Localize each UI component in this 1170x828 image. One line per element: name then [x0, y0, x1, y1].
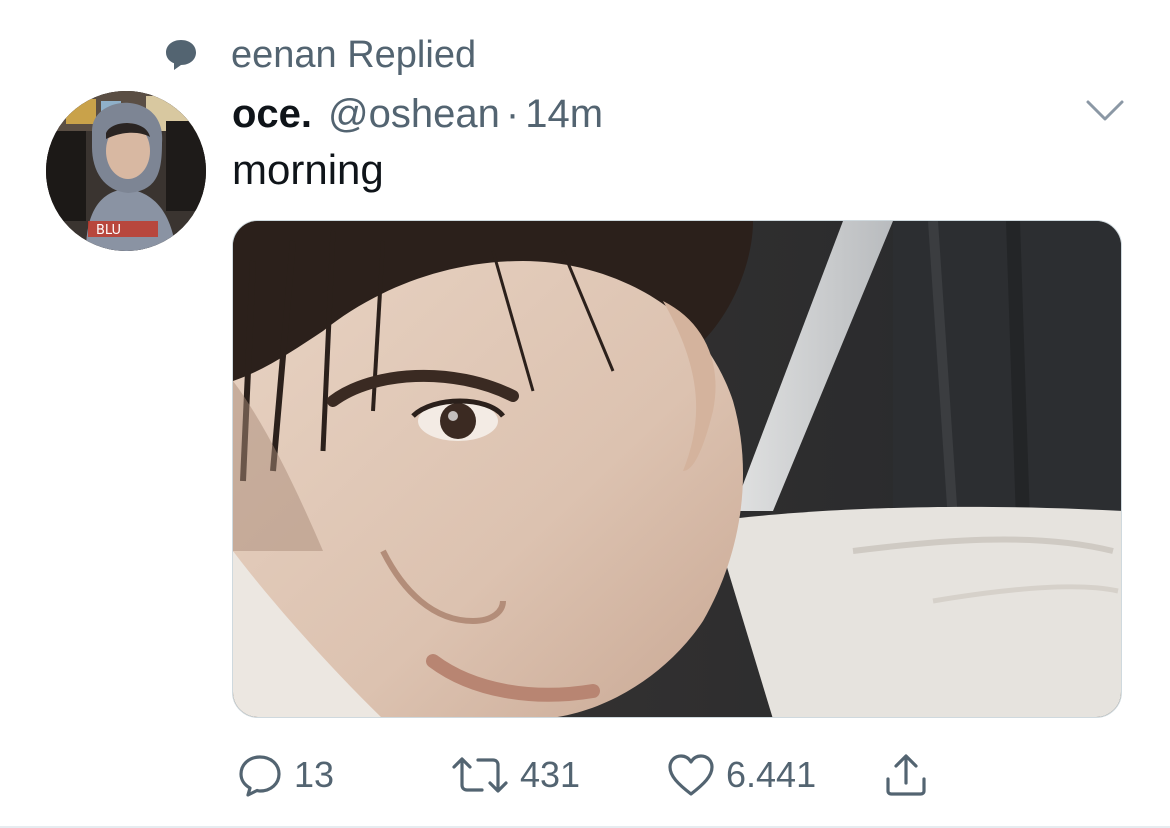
- tweet-photo[interactable]: [232, 220, 1122, 718]
- tweet-card[interactable]: eenan Replied BLU oce. @oshean · 14m mor: [0, 0, 1170, 828]
- share-button[interactable]: [882, 745, 930, 805]
- author-display-name[interactable]: oce.: [232, 92, 312, 137]
- heart-icon: [666, 751, 716, 799]
- like-count: 6.441: [726, 754, 817, 795]
- share-icon: [882, 751, 930, 799]
- context-text[interactable]: eenan Replied: [231, 34, 476, 77]
- avatar[interactable]: BLU: [46, 91, 206, 251]
- social-context: eenan Replied: [163, 30, 476, 80]
- like-button[interactable]: 6.441: [666, 745, 816, 805]
- author-handle[interactable]: @oshean: [328, 92, 500, 137]
- chevron-down-icon[interactable]: [1084, 96, 1126, 126]
- separator-dot: ·: [505, 91, 520, 136]
- retweet-icon: [450, 751, 510, 799]
- speech-bubble-icon: [163, 37, 199, 73]
- tweet-actions: 13 431 6.441: [232, 745, 952, 805]
- reply-button[interactable]: 13: [236, 745, 334, 805]
- tweet-header: oce. @oshean · 14m: [232, 84, 603, 144]
- reply-icon: [236, 751, 284, 799]
- retweet-button[interactable]: 431: [450, 745, 580, 805]
- svg-text:BLU: BLU: [96, 223, 121, 238]
- tweet-timestamp[interactable]: 14m: [525, 92, 603, 137]
- reply-count: 13: [294, 754, 335, 795]
- tweet-text: morning: [232, 146, 384, 193]
- retweet-count: 431: [520, 754, 581, 795]
